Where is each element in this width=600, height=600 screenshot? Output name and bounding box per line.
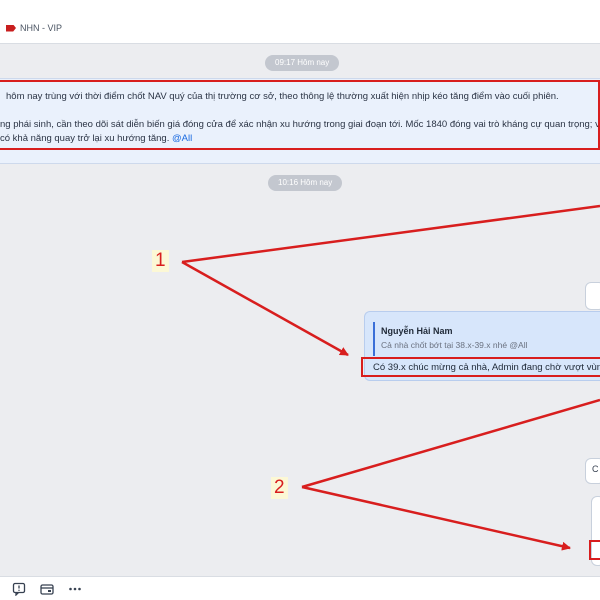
card-icon[interactable] — [40, 582, 54, 596]
more-options-icon[interactable] — [68, 582, 82, 596]
chat-header: NHN - VIP — [0, 0, 600, 44]
arrow-2-down — [301, 485, 571, 551]
annotation-label-2: 2 — [271, 477, 288, 499]
partial-message-bubble[interactable]: C — [585, 458, 600, 484]
highlight-box-message — [0, 80, 600, 150]
group-tag[interactable]: NHN - VIP — [6, 23, 62, 33]
annotation-label-1: 1 — [152, 250, 169, 272]
quoted-text: Cả nhà chốt bớt tại 38.x-39.x nhé @All — [381, 340, 528, 350]
timestamp-pill: 10:16 Hôm nay — [268, 175, 343, 191]
message-alert-icon[interactable] — [12, 582, 26, 596]
highlight-box-bottom — [589, 540, 600, 560]
composer-toolbar — [0, 576, 600, 600]
quoted-message[interactable]: Nguyễn Hải Nam Cả nhà chốt bớt tại 38.x-… — [373, 322, 600, 356]
arrow-1-down — [181, 260, 349, 357]
arrow-2-top — [301, 398, 600, 489]
group-tag-label: NHN - VIP — [20, 23, 63, 33]
highlight-box-reply — [361, 357, 600, 377]
partial-message-bubble[interactable] — [585, 282, 600, 310]
tag-icon — [6, 24, 16, 32]
arrow-1-top — [181, 204, 600, 264]
quoted-author: Nguyễn Hải Nam — [381, 326, 453, 336]
timestamp-pill: 09:17 Hôm nay — [265, 55, 340, 71]
